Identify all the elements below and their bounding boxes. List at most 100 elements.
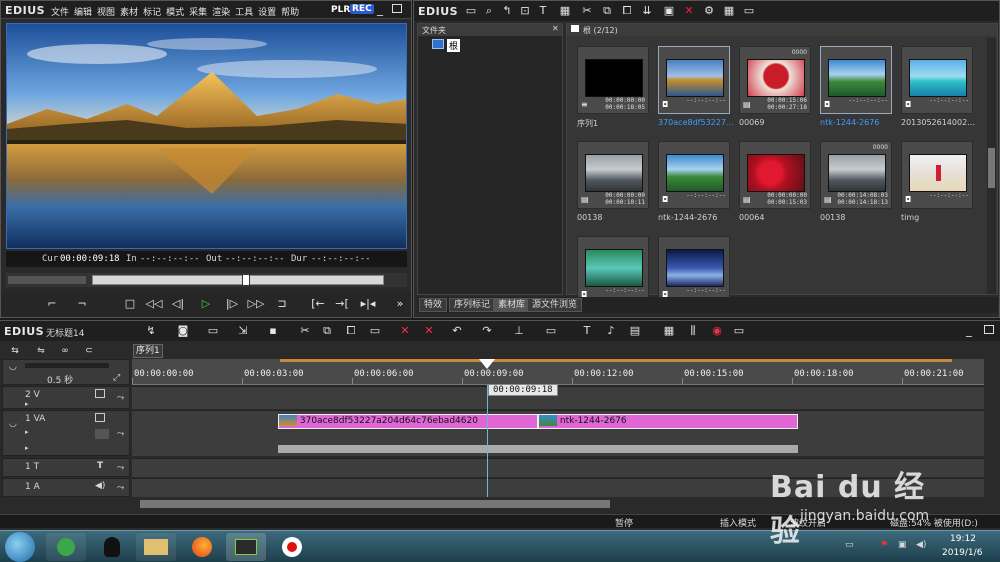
clock-time[interactable]: 19:12 xyxy=(950,534,976,544)
track-row-2v[interactable] xyxy=(132,386,984,409)
title-icon[interactable]: T xyxy=(578,322,596,340)
view-mode-icon[interactable]: ▦ xyxy=(720,2,738,20)
track-header-1t[interactable]: 1 T T ⤳ xyxy=(2,458,130,477)
tray-display-icon[interactable]: ▣ xyxy=(898,540,907,550)
add-to-timeline-icon[interactable]: ⇊ xyxy=(638,2,656,20)
export-icon[interactable]: ▤ xyxy=(626,322,644,340)
jog-slider[interactable] xyxy=(8,276,86,284)
scrollbar-thumb[interactable] xyxy=(988,148,995,188)
search-icon[interactable]: ⌕ xyxy=(480,2,498,20)
expand-arrow-icon[interactable]: ▸ xyxy=(25,400,29,408)
track-mix-icon[interactable]: ⤳ xyxy=(117,483,124,493)
audio-waveform-strip[interactable] xyxy=(278,445,798,453)
clip-tile[interactable]: 0000 ▤ 00:00:14:08:03 00:00:14:18:13 xyxy=(820,141,892,209)
menu-edit[interactable]: 编辑 xyxy=(74,5,92,18)
paste-icon[interactable]: ⧠ xyxy=(618,2,636,20)
expand-icon[interactable]: ⤢ xyxy=(113,373,120,383)
layout-icon[interactable]: ▭ xyxy=(730,322,748,340)
add-clip-icon[interactable]: ⊡ xyxy=(516,2,534,20)
copy-icon[interactable]: ⧉ xyxy=(318,322,336,340)
track-header-1va[interactable]: ◡ 1 VA ▸ ▸ ⤳ xyxy=(2,410,130,456)
clip-tile[interactable]: ◘ --:--:--:-- xyxy=(658,141,730,209)
close-icon[interactable]: ✕ xyxy=(552,24,559,33)
properties-icon[interactable]: ▣ xyxy=(660,2,678,20)
menu-clip[interactable]: 素材 xyxy=(120,5,138,18)
clip-tile[interactable]: ◘ --:--:--:-- xyxy=(577,236,649,304)
up-folder-icon[interactable]: ↰ xyxy=(498,2,516,20)
taskbar-app[interactable] xyxy=(272,533,312,561)
table-icon[interactable]: ▦ xyxy=(660,322,678,340)
cut-icon[interactable]: ✂ xyxy=(296,322,314,340)
position-track[interactable] xyxy=(92,275,384,285)
vectorscope-icon[interactable]: ◉ xyxy=(708,322,726,340)
menu-help[interactable]: 帮助 xyxy=(281,5,299,18)
track-mix-icon[interactable]: ⤳ xyxy=(117,393,124,403)
rec-button[interactable]: REC xyxy=(350,4,374,14)
tray-flag-icon[interactable]: ⚑ xyxy=(880,540,888,550)
root-folder-label[interactable]: 根 xyxy=(447,39,461,52)
plr-button[interactable]: PLR xyxy=(331,5,350,15)
import-icon[interactable]: ⇲ xyxy=(234,322,252,340)
loop-icon[interactable]: ⊐ xyxy=(273,295,291,313)
minimize-icon[interactable]: _ xyxy=(377,2,383,16)
play-icon[interactable]: ▷ xyxy=(197,295,215,313)
settings-icon[interactable]: ⚙ xyxy=(700,2,718,20)
set-out-icon[interactable]: ¬ xyxy=(73,295,91,313)
delete-icon[interactable]: ✕ xyxy=(680,2,698,20)
maximize-icon[interactable] xyxy=(984,325,994,334)
copy-icon[interactable]: ⧉ xyxy=(598,2,616,20)
group-icon[interactable]: ⊂ xyxy=(80,342,98,360)
save-icon[interactable]: ▪ xyxy=(264,322,282,340)
clip-tile[interactable]: ≡ 00:00:00:00 00:00:18:05 xyxy=(577,46,649,114)
insert-icon[interactable]: [← xyxy=(309,295,327,313)
replace-icon[interactable]: ▭ xyxy=(366,322,384,340)
track-row-1t[interactable] xyxy=(132,458,984,477)
track-row-1a[interactable] xyxy=(132,478,984,497)
playhead-marker-icon[interactable] xyxy=(479,359,495,369)
new-sequence-icon[interactable]: ↯ xyxy=(142,322,160,340)
menu-render[interactable]: 渲染 xyxy=(212,5,230,18)
audio-toggle-icon[interactable] xyxy=(95,429,109,439)
mark-icon[interactable]: ⊥ xyxy=(510,322,528,340)
snapshot-icon[interactable]: ◙ xyxy=(174,322,192,340)
track-mix-icon[interactable]: ⤳ xyxy=(117,463,124,473)
paste-icon[interactable]: ⧠ xyxy=(342,322,360,340)
menu-file[interactable]: 文件 xyxy=(51,5,69,18)
track-mix-icon[interactable]: ⤳ xyxy=(117,429,124,439)
tab-sequence-markers[interactable]: 序列标记 xyxy=(449,298,496,312)
minimize-icon[interactable]: _ xyxy=(966,323,972,337)
tray-volume-icon[interactable]: ◀) xyxy=(916,540,926,550)
clip-tile[interactable]: ▤ 00:00:00:00 00:00:15:03 xyxy=(739,141,811,209)
eye-icon[interactable]: ◡ xyxy=(9,362,17,372)
redo-icon[interactable]: ↷ xyxy=(478,322,496,340)
zoom-slider[interactable] xyxy=(25,363,109,368)
track-header-2v[interactable]: 2 V ▸ ⤳ xyxy=(2,386,130,409)
overwrite-icon[interactable]: →[ xyxy=(333,295,351,313)
clock-date[interactable]: 2019/1/6 xyxy=(942,548,982,558)
ripple-delete-icon[interactable]: ✕ xyxy=(420,322,438,340)
zoom-level[interactable]: 0.5 秒 xyxy=(47,373,73,386)
timeline-clip[interactable]: 370ace8df53227a204d64c76ebad4620 xyxy=(278,414,538,429)
render-icon[interactable]: ▭ xyxy=(542,322,560,340)
clip-tile[interactable]: ◘ --:--:--:-- xyxy=(820,46,892,114)
menu-capture[interactable]: 采集 xyxy=(189,5,207,18)
step-forward-icon[interactable]: |▷ xyxy=(223,295,241,313)
position-handle[interactable] xyxy=(242,274,250,286)
track-row-1va[interactable]: 370ace8df53227a204d64c76ebad4620 ntk-124… xyxy=(132,410,984,456)
mixer-icon[interactable]: ⫼ xyxy=(684,322,702,340)
bin-menu-icon[interactable]: ▭ xyxy=(740,2,758,20)
sync-icon[interactable]: ⇋ xyxy=(32,342,50,360)
folder-icon[interactable]: ▭ xyxy=(462,2,480,20)
split-icon[interactable]: ▸|◂ xyxy=(359,295,377,313)
taskbar-app[interactable] xyxy=(226,533,266,561)
work-area-bar[interactable] xyxy=(280,359,952,362)
menu-view[interactable]: 视图 xyxy=(97,5,115,18)
cut-icon[interactable]: ✂ xyxy=(578,2,596,20)
eye-icon[interactable]: ◡ xyxy=(9,419,17,429)
taskbar-app[interactable] xyxy=(92,533,132,561)
tray-network-icon[interactable]: ▭ xyxy=(845,540,854,550)
scrollbar-thumb[interactable] xyxy=(140,500,610,508)
undo-icon[interactable]: ↶ xyxy=(448,322,466,340)
timeline-clip[interactable]: ntk-1244-2676 xyxy=(538,414,798,429)
step-back-icon[interactable]: ◁| xyxy=(169,295,187,313)
